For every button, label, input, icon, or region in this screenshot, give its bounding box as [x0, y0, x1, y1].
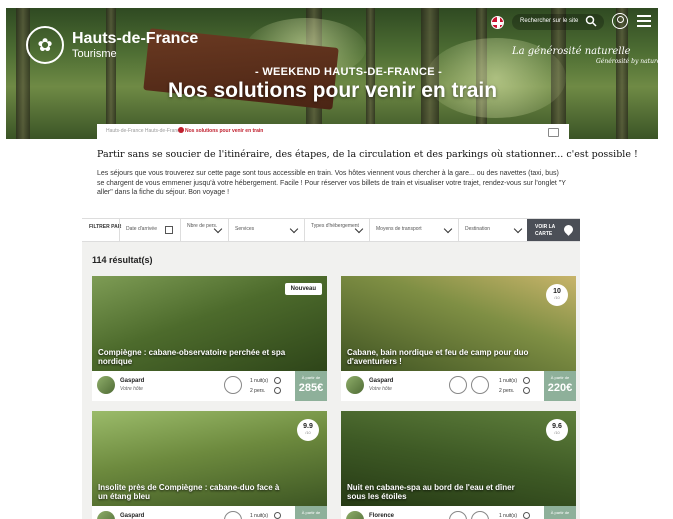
- slogan-sub: Générosité by nature: [596, 58, 661, 65]
- nights: 1 nuit(s): [250, 513, 269, 519]
- host-role: Votre hôte: [369, 386, 392, 392]
- new-badge: Nouveau: [284, 283, 322, 295]
- bike-service-icon: [471, 511, 489, 519]
- host-role: Votre hôte: [120, 386, 143, 392]
- card-title[interactable]: Insolite près de Compiègne : cabane-duo …: [98, 483, 288, 501]
- card-info: Florence 1 nuit(s) À partir de: [341, 506, 576, 519]
- nights: 1 nuit(s): [499, 378, 518, 384]
- breadcrumb-root[interactable]: Hauts-de-France Hauts-de-France: [106, 128, 182, 134]
- result-card[interactable]: 9.6 /10 Nuit en cabane-spa au bord de l'…: [341, 411, 576, 519]
- breadcrumb-marker-icon: [178, 127, 184, 133]
- print-icon[interactable]: [548, 128, 559, 137]
- price: 285€: [298, 382, 324, 394]
- card-info: Gaspard 1 nuit(s) À partir de: [92, 506, 327, 519]
- result-card[interactable]: 9.9 /10 Insolite près de Compiègne : cab…: [92, 411, 327, 519]
- search-icon[interactable]: [585, 15, 597, 27]
- card-title[interactable]: Nuit en cabane-spa au bord de l'eau et d…: [347, 483, 522, 501]
- avatar: [346, 511, 364, 519]
- train-service-icon: [449, 376, 467, 394]
- host-name: Gaspard: [369, 378, 394, 384]
- persons-filter[interactable]: Nbre de pers.: [180, 219, 227, 241]
- bike-service-icon: [471, 376, 489, 394]
- intro-heading: Partir sans se soucier de l'itinéraire, …: [97, 149, 638, 160]
- persons: 2 pers.: [250, 388, 266, 394]
- chevron-down-icon: [443, 224, 453, 234]
- price-tag: À partir de 285€: [295, 371, 327, 401]
- results-count: 114 résultat(s): [92, 255, 153, 265]
- avatar: [346, 376, 364, 394]
- hero-subtitle: - WEEKEND HAUTS-DE-FRANCE -: [255, 66, 443, 78]
- moon-icon: [523, 377, 530, 384]
- transport-filter[interactable]: Moyens de transport: [369, 219, 457, 241]
- price-tag: À partir de: [295, 506, 327, 519]
- train-service-icon: [224, 376, 242, 394]
- map-button[interactable]: VOIR LA CARTE: [527, 219, 580, 241]
- slogan: La générosité naturelle: [512, 46, 631, 57]
- rating-badge: 10 /10: [546, 284, 568, 306]
- nights: 1 nuit(s): [499, 513, 518, 519]
- avatar: [97, 511, 115, 519]
- person-icon: [523, 387, 530, 394]
- account-icon[interactable]: [612, 13, 628, 29]
- person-icon: [274, 387, 281, 394]
- host-name: Gaspard: [120, 513, 145, 519]
- card-title[interactable]: Compiègne : cabane-observatoire perchée …: [98, 348, 288, 366]
- english-flag-icon[interactable]: [491, 16, 504, 29]
- train-service-icon: [449, 511, 467, 519]
- map-pin-icon: [562, 223, 575, 236]
- price-tag: À partir de: [544, 506, 576, 519]
- card-info: Gaspard Votre hôte 1 nuit(s) 2 pers. À p…: [341, 371, 576, 401]
- filter-bar: FILTRER PAR Date d'arrivée Nbre de pers.…: [82, 218, 580, 242]
- card-title[interactable]: Cabane, bain nordique et feu de camp pou…: [347, 348, 547, 366]
- calendar-icon: [165, 226, 173, 234]
- price-tag: À partir de 220€: [544, 371, 576, 401]
- price: 220€: [547, 382, 573, 394]
- breadcrumb: Hauts-de-France Hauts-de-France Nos solu…: [97, 124, 569, 139]
- menu-icon[interactable]: [637, 15, 651, 27]
- services-filter[interactable]: Services: [228, 219, 303, 241]
- persons: 2 pers.: [499, 388, 515, 394]
- brand-logo-icon[interactable]: ✿: [26, 26, 64, 64]
- result-card[interactable]: Nouveau Compiègne : cabane-observatoire …: [92, 276, 327, 401]
- moon-icon: [274, 512, 281, 519]
- brand-name[interactable]: Hauts-de-France: [72, 30, 198, 48]
- result-card[interactable]: 10 /10 Cabane, bain nordique et feu de c…: [341, 276, 576, 401]
- destination-filter[interactable]: Destination: [458, 219, 527, 241]
- avatar: [97, 376, 115, 394]
- moon-icon: [523, 512, 530, 519]
- chevron-down-icon: [289, 224, 299, 234]
- breadcrumb-current: Nos solutions pour venir en train: [185, 128, 264, 134]
- rating-badge: 9.6 /10: [546, 419, 568, 441]
- chevron-down-icon: [354, 224, 364, 234]
- host-name: Gaspard: [120, 378, 145, 384]
- brand-tagline: Tourisme: [72, 48, 117, 60]
- host-name: Florence: [369, 513, 395, 519]
- page-title: Nos solutions pour venir en train: [168, 79, 498, 102]
- chevron-down-icon: [213, 224, 223, 234]
- intro-body: Les séjours que vous trouverez sur cette…: [97, 170, 566, 196]
- rating-badge: 9.9 /10: [297, 419, 319, 441]
- date-filter[interactable]: Date d'arrivée: [119, 219, 179, 241]
- card-info: Gaspard Votre hôte 1 nuit(s) 2 pers. À p…: [92, 371, 327, 401]
- nights: 1 nuit(s): [250, 378, 269, 384]
- chevron-down-icon: [513, 224, 523, 234]
- lodging-type-filter[interactable]: Types d'hébergement: [304, 219, 368, 241]
- moon-icon: [274, 377, 281, 384]
- filter-label: FILTRER PAR: [89, 224, 122, 230]
- train-service-icon: [224, 511, 242, 519]
